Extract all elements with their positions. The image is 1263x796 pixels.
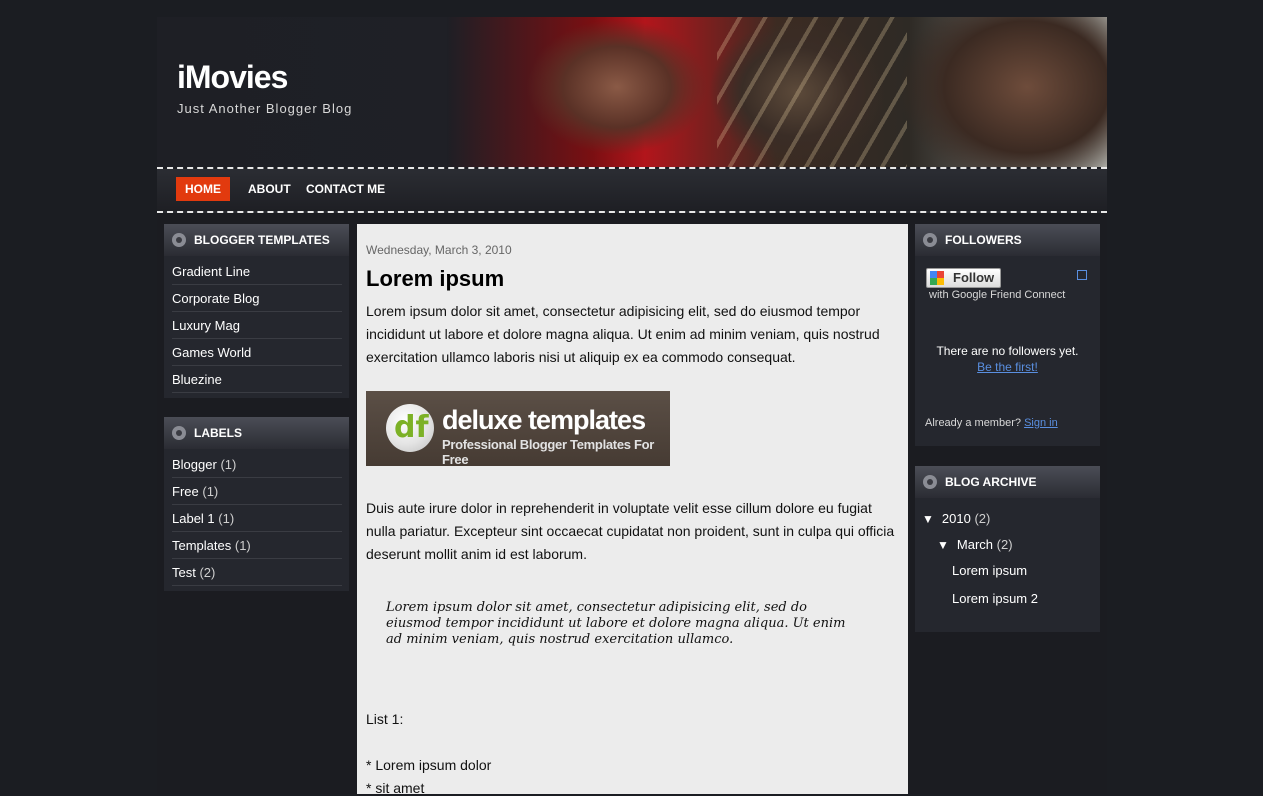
template-link[interactable]: Bluezine: [172, 366, 342, 393]
label-link[interactable]: Free: [172, 484, 199, 499]
archive-count: (2): [974, 511, 991, 526]
post-date: Wednesday, March 3, 2010: [366, 243, 512, 257]
archive-count: (2): [996, 537, 1013, 552]
nav-home[interactable]: HOME: [176, 177, 230, 201]
film-reel-icon: [172, 426, 186, 440]
widget-title-text: FOLLOWERS: [945, 233, 1022, 247]
nav-about[interactable]: ABOUT: [248, 177, 291, 201]
label-count: (1): [234, 538, 251, 553]
list-label: List 1:: [366, 711, 404, 727]
post-title[interactable]: Lorem ipsum: [366, 266, 504, 292]
label-item[interactable]: Templates (1): [172, 532, 342, 559]
follow-button[interactable]: Follow: [926, 268, 1001, 288]
label-link[interactable]: Label 1: [172, 511, 215, 526]
no-followers-text: There are no followers yet.: [936, 344, 1079, 358]
widget-title-text: BLOG ARCHIVE: [945, 475, 1037, 489]
label-link[interactable]: Test: [172, 565, 196, 580]
deluxe-templates-logo-icon: df: [386, 404, 434, 452]
film-reel-icon: [923, 475, 937, 489]
popout-icon[interactable]: [1077, 270, 1087, 280]
main-nav: HOME ABOUT CONTACT ME: [157, 167, 1107, 213]
archive-post-link[interactable]: Lorem ipsum 2: [952, 591, 1038, 606]
widget-title: FOLLOWERS: [915, 224, 1100, 256]
widget-title: BLOGGER TEMPLATES: [164, 224, 349, 256]
already-member: Already a member? Sign in: [925, 417, 1058, 429]
header: iMovies Just Another Blogger Blog: [157, 17, 1107, 167]
widget-title: BLOG ARCHIVE: [915, 466, 1100, 498]
template-link[interactable]: Corporate Blog: [172, 285, 342, 312]
archive-month[interactable]: ▼ March (2): [937, 537, 1013, 552]
page-wrapper: iMovies Just Another Blogger Blog HOME A…: [157, 17, 1107, 796]
film-reel-icon: [923, 233, 937, 247]
nav-contact[interactable]: CONTACT ME: [306, 177, 385, 201]
label-link[interactable]: Templates: [172, 538, 231, 553]
template-link[interactable]: Gradient Line: [172, 258, 342, 285]
google-friend-connect-icon: [930, 271, 944, 285]
header-banner-image: [447, 17, 1107, 167]
list-item: * Lorem ipsum dolor: [366, 757, 492, 773]
label-link[interactable]: Blogger: [172, 457, 217, 472]
deluxe-templates-banner[interactable]: df deluxe templates Professional Blogger…: [366, 391, 670, 467]
archive-year-link[interactable]: 2010: [942, 511, 971, 526]
be-first-link[interactable]: Be the first!: [915, 360, 1100, 374]
label-count: (1): [218, 511, 235, 526]
archive-year[interactable]: ▼ 2010 (2): [922, 511, 990, 526]
widget-title: LABELS: [164, 417, 349, 449]
label-item[interactable]: Label 1 (1): [172, 505, 342, 532]
gfc-caption: with Google Friend Connect: [929, 289, 1066, 301]
blog-tagline: Just Another Blogger Blog: [177, 101, 353, 116]
already-member-text: Already a member?: [925, 417, 1021, 429]
blockquote: Lorem ipsum dolor sit amet, consectetur …: [386, 600, 846, 647]
blog-title[interactable]: iMovies: [177, 59, 288, 96]
post-paragraph: Duis aute irure dolor in reprehenderit i…: [366, 500, 895, 562]
archive-month-link[interactable]: March: [957, 537, 993, 552]
label-count: (1): [202, 484, 219, 499]
follow-button-label: Follow: [953, 270, 995, 285]
expand-toggle-icon[interactable]: ▼: [937, 538, 949, 552]
template-link[interactable]: Games World: [172, 339, 342, 366]
template-link[interactable]: Luxury Mag: [172, 312, 342, 339]
label-item[interactable]: Blogger (1): [172, 451, 342, 478]
expand-toggle-icon[interactable]: ▼: [922, 512, 934, 526]
film-reel-icon: [172, 233, 186, 247]
widget-followers: FOLLOWERS Follow with Google Friend Conn…: [915, 224, 1100, 446]
label-item[interactable]: Free (1): [172, 478, 342, 505]
sign-in-link[interactable]: Sign in: [1024, 417, 1058, 429]
widget-title-text: BLOGGER TEMPLATES: [194, 233, 330, 247]
label-count: (2): [199, 565, 216, 580]
widget-title-text: LABELS: [194, 426, 242, 440]
main-content: Wednesday, March 3, 2010 Lorem ipsum Lor…: [357, 224, 908, 796]
label-count: (1): [220, 457, 237, 472]
banner-subtitle: Professional Blogger Templates For Free: [442, 437, 655, 467]
widget-blogger-templates: BLOGGER TEMPLATES Gradient Line Corporat…: [164, 224, 349, 398]
widget-labels: LABELS Blogger (1) Free (1) Label 1 (1) …: [164, 417, 349, 591]
banner-name: deluxe templates: [442, 405, 646, 435]
label-item[interactable]: Test (2): [172, 559, 342, 586]
post-paragraph: Lorem ipsum dolor sit amet, consectetur …: [366, 303, 880, 365]
archive-post-link[interactable]: Lorem ipsum: [952, 563, 1027, 578]
widget-blog-archive: BLOG ARCHIVE ▼ 2010 (2) ▼ March (2) Lorem …: [915, 466, 1100, 632]
